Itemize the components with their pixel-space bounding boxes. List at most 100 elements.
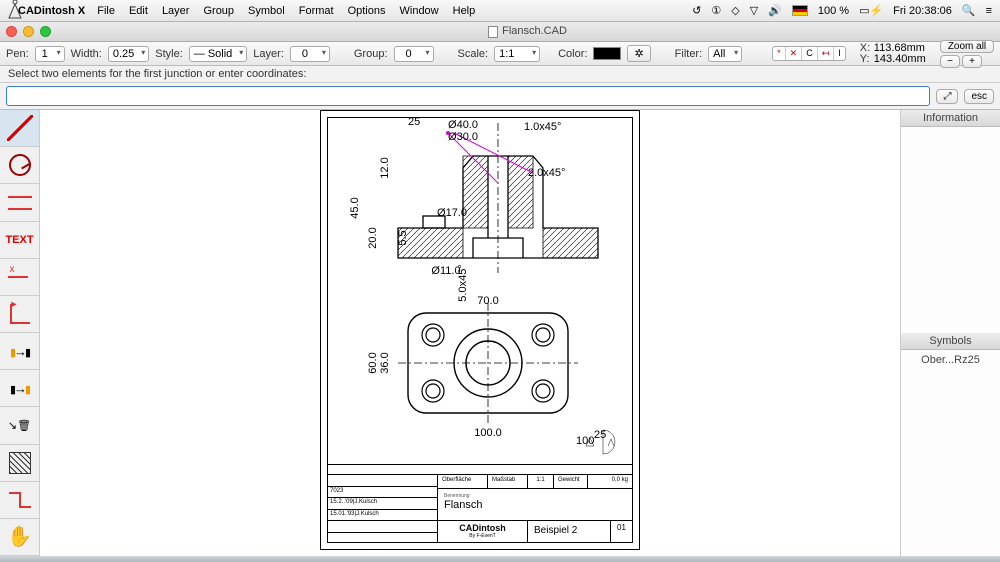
layer-select[interactable]: 0 [290,46,330,62]
tool-delete[interactable]: ↘🗑 [0,407,39,444]
drawing-sheet: Ø40.0 Ø30.0 Ø17.0 Ø11.0 1.0x45° 2.0x45° … [320,110,640,550]
corner-icon [10,304,30,324]
menu-layer[interactable]: Layer [162,5,190,17]
filter-select[interactable]: All [708,46,742,62]
layer-label: Layer: [253,48,284,60]
menu-file[interactable]: File [97,5,115,17]
options-toolbar: Pen: 1 Width: 0.25 Style: — Solid Layer:… [0,42,1000,66]
pen-select[interactable]: 1 [35,46,65,62]
svg-text:5.5: 5.5 [397,230,409,245]
line-icon [7,115,33,141]
zoom-out-button[interactable]: − [940,55,960,68]
window-titlebar: Flansch.CAD [0,22,1000,42]
snap-perpendicular[interactable]: ↤ [818,47,835,60]
snap-endpoint[interactable]: * [773,47,786,60]
text-icon: TEXT [5,234,33,246]
tool-line[interactable] [0,110,39,147]
svg-text:100.0: 100.0 [474,427,502,439]
svg-text:2.0x45°: 2.0x45° [528,167,565,179]
menu-edit[interactable]: Edit [129,5,148,17]
tool-corner[interactable] [0,296,39,333]
svg-text:Ø30.0: Ø30.0 [448,131,478,143]
volume-icon[interactable]: 🔊 [768,4,782,17]
tool-hatch[interactable] [0,445,39,482]
pan-icon: ✋ [7,524,32,549]
spotlight-icon[interactable]: 🔍 [962,4,976,17]
style-select[interactable]: — Solid [189,46,248,62]
svg-text:Ø17.0: Ø17.0 [437,207,467,219]
menu-window[interactable]: Window [400,5,439,17]
svg-text:70.0: 70.0 [477,295,498,307]
svg-text:45.0: 45.0 [349,197,361,218]
symbol-item[interactable]: Ober...Rz25 [901,350,1000,370]
tool-chamfer[interactable] [0,482,39,519]
document-title: Flansch.CAD [502,25,567,37]
menu-options[interactable]: Options [348,5,386,17]
symbols-panel: Ober...Rz25 [901,350,1000,556]
group-label: Group: [354,48,388,60]
zoom-fit-button[interactable]: ⤢ [936,89,958,104]
scale-select[interactable]: 1:1 [494,46,540,62]
menu-format[interactable]: Format [299,5,334,17]
close-window-button[interactable] [6,26,17,37]
group-select[interactable]: 0 [394,46,434,62]
trim-icon: x [8,267,32,287]
snap-intersection[interactable]: ✕ [786,47,803,60]
tool-trim[interactable]: x [0,259,39,296]
zoom-window-button[interactable] [40,26,51,37]
input-flag-icon[interactable] [792,5,808,16]
snap-mode-group: * ✕ C ↤ I [772,46,846,61]
circle-icon [9,154,31,176]
dropbox-icon[interactable]: ◇ [731,4,739,17]
tool-pan[interactable]: ✋ [0,519,39,556]
tool-palette: TEXT x ▮→▮ ▮→▮ ↘🗑 ✋ [0,110,40,556]
information-panel-header[interactable]: Information [901,110,1000,127]
chamfer-icon [9,492,31,508]
color-label: Color: [558,48,587,60]
svg-text:25: 25 [594,429,606,441]
drawing-canvas[interactable]: Ø40.0 Ø30.0 Ø17.0 Ø11.0 1.0x45° 2.0x45° … [40,110,900,556]
cloud-icon[interactable]: ↺ [692,4,701,17]
symbols-panel-header[interactable]: Symbols [901,333,1000,350]
zoom-in-button[interactable]: + [962,55,982,68]
battery-icon[interactable]: ▭⚡ [859,4,883,17]
command-input[interactable] [6,86,930,106]
information-panel [901,127,1000,333]
svg-text:20.0: 20.0 [367,227,379,248]
menu-symbol[interactable]: Symbol [248,5,285,17]
zoom-all-button[interactable]: Zoom all [940,40,994,53]
battery-text: 100 % [818,5,849,17]
snap-tangent[interactable]: I [834,47,845,60]
coord-y: 143.40mm [874,53,926,65]
color-swatch[interactable] [593,47,621,60]
command-prompt: Select two elements for the first juncti… [0,66,1000,83]
coordinate-display: X:113.68mm Y:143.40mm [860,43,926,65]
drawing-name: Flansch [444,499,483,511]
svg-text:5.0x45°: 5.0x45° [457,264,469,301]
command-row: ⤢ esc [0,83,1000,110]
minimize-window-button[interactable] [23,26,34,37]
tool-import[interactable]: ▮→▮ [0,333,39,370]
wifi-icon[interactable]: ▽ [750,4,758,17]
trash-icon: ↘🗑 [8,419,31,432]
svg-text:25: 25 [408,118,420,128]
notification-icon[interactable]: ≡ [986,5,992,17]
drawing-number: Beispiel 2 [528,521,610,543]
snap-center[interactable]: C [802,47,818,60]
bottom-edge [0,556,1000,562]
menubar-clock[interactable]: Fri 20:38:06 [893,5,952,17]
escape-button[interactable]: esc [964,89,994,104]
clock-icon[interactable]: ① [711,4,721,17]
menu-help[interactable]: Help [453,5,476,17]
import-icon: ▮→▮ [10,344,29,359]
menu-group[interactable]: Group [203,5,234,17]
tool-text[interactable]: TEXT [0,222,39,259]
settings-button[interactable]: ✲ [627,45,650,62]
tool-circle[interactable] [0,147,39,184]
tool-export[interactable]: ▮→▮ [0,370,39,407]
right-panels: Information Symbols Ober...Rz25 [900,110,1000,556]
width-value: 0.25 [108,46,149,62]
tool-dimension[interactable] [0,184,39,221]
mac-menubar: CADintosh X File Edit Layer Group Symbol… [0,0,1000,22]
svg-text:Ø40.0: Ø40.0 [448,119,478,131]
